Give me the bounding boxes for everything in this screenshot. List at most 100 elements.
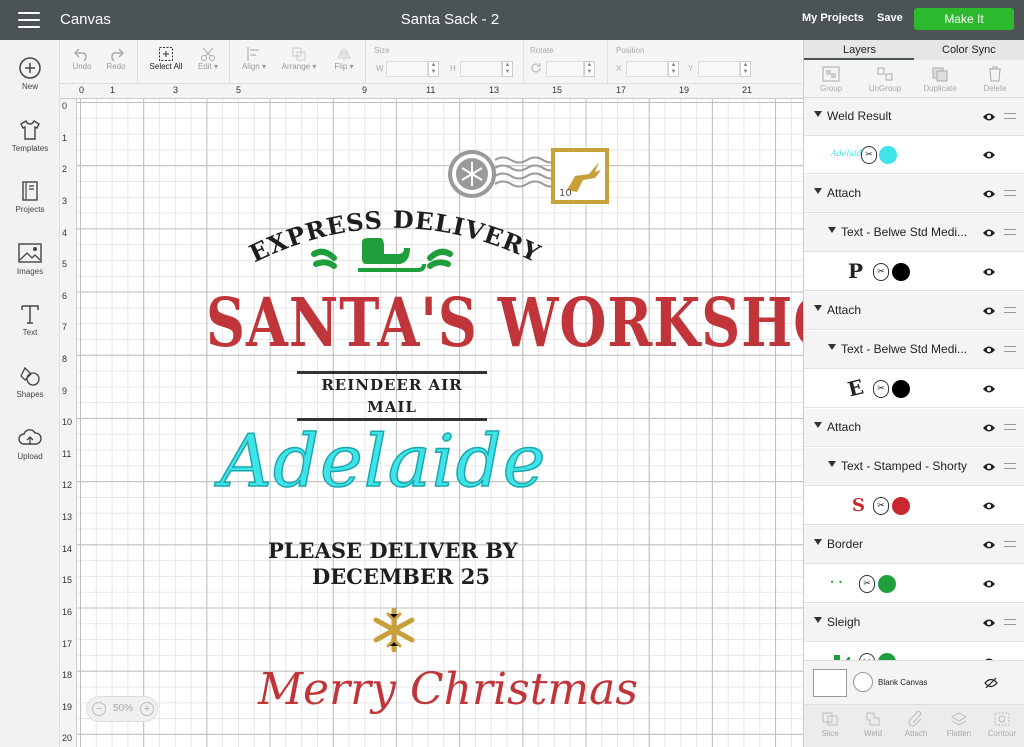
eye-icon[interactable] bbox=[982, 343, 996, 357]
please-deliver-by-text[interactable]: PLEASE DELIVER BY bbox=[268, 538, 518, 563]
align-dropdown[interactable]: Align ▾ bbox=[236, 46, 272, 71]
collapse-caret-icon[interactable] bbox=[828, 227, 836, 233]
layer-item-row[interactable]: ✂ bbox=[804, 643, 1024, 660]
eye-icon[interactable] bbox=[982, 187, 996, 201]
eye-icon[interactable] bbox=[982, 148, 996, 162]
edit-dropdown[interactable]: Edit ▾ bbox=[192, 46, 224, 71]
rotate-field[interactable] bbox=[546, 61, 584, 77]
ungroup-button[interactable]: UnGroup bbox=[860, 66, 910, 93]
eye-icon[interactable] bbox=[982, 577, 996, 591]
layer-group-row[interactable]: Attach bbox=[804, 175, 1024, 213]
tab-layers[interactable]: Layers bbox=[843, 44, 876, 56]
layer-group-row[interactable]: Attach bbox=[804, 292, 1024, 330]
layer-color-swatch[interactable] bbox=[878, 653, 896, 660]
eye-icon[interactable] bbox=[982, 499, 996, 513]
my-projects-link[interactable]: My Projects bbox=[802, 12, 864, 24]
drag-handle-icon[interactable] bbox=[1004, 190, 1016, 196]
zoom-out-button[interactable]: − bbox=[92, 702, 106, 716]
drag-handle-icon[interactable] bbox=[1004, 113, 1016, 119]
layer-group-row[interactable]: Attach bbox=[804, 409, 1024, 447]
layer-color-swatch[interactable] bbox=[878, 575, 896, 593]
sidebar-item-new[interactable]: New bbox=[0, 56, 60, 91]
sidebar-item-upload[interactable]: Upload bbox=[0, 426, 60, 461]
sidebar-item-templates[interactable]: Templates bbox=[0, 118, 60, 153]
slice-button[interactable]: Slice bbox=[810, 711, 850, 738]
eye-hidden-icon[interactable] bbox=[984, 676, 998, 690]
group-button[interactable]: Group bbox=[806, 66, 856, 93]
eye-icon[interactable] bbox=[982, 110, 996, 124]
width-stepper[interactable]: ▲ ▼ bbox=[428, 61, 439, 77]
adelaide-name-text[interactable]: Adelaide bbox=[219, 418, 546, 504]
design-canvas[interactable]: 0 1 3 5 9 11 13 15 17 19 21 0 1 2 3 4 5 … bbox=[60, 84, 803, 747]
cut-scissors-icon[interactable]: ✂ bbox=[859, 575, 875, 593]
sleigh-graphic[interactable] bbox=[308, 232, 476, 278]
zoom-in-button[interactable]: + bbox=[140, 702, 154, 716]
save-button[interactable]: Save bbox=[877, 12, 903, 24]
eye-icon[interactable] bbox=[982, 538, 996, 552]
drag-handle-icon[interactable] bbox=[1004, 346, 1016, 352]
collapse-caret-icon[interactable] bbox=[828, 344, 836, 350]
sidebar-item-text[interactable]: Text bbox=[0, 302, 60, 337]
attach-button[interactable]: Attach bbox=[896, 711, 936, 738]
height-stepper[interactable]: ▲ ▼ bbox=[502, 61, 513, 77]
collapse-caret-icon[interactable] bbox=[814, 422, 822, 428]
width-field[interactable] bbox=[386, 61, 428, 77]
layer-item-row[interactable]: S ✂ bbox=[804, 487, 1024, 525]
merry-christmas-text[interactable]: Merry Christmas bbox=[258, 664, 638, 715]
layer-group-row[interactable]: Sleigh bbox=[804, 604, 1024, 642]
eye-icon[interactable] bbox=[982, 304, 996, 318]
make-it-button[interactable]: Make It bbox=[914, 8, 1014, 30]
canvas-color-picker[interactable] bbox=[853, 672, 873, 692]
drag-handle-icon[interactable] bbox=[1004, 463, 1016, 469]
eye-icon[interactable] bbox=[982, 616, 996, 630]
duplicate-button[interactable]: Duplicate bbox=[915, 66, 965, 93]
x-field[interactable] bbox=[626, 61, 668, 77]
layer-item-row[interactable]: · · ✂ bbox=[804, 565, 1024, 603]
santas-workshop-text[interactable]: SANTA'S WORKSHOP bbox=[206, 282, 803, 362]
flip-dropdown[interactable]: Flip ▾ bbox=[328, 46, 360, 71]
drag-handle-icon[interactable] bbox=[1004, 619, 1016, 625]
layer-color-swatch[interactable] bbox=[892, 497, 910, 515]
layer-item-row[interactable]: P ✂ bbox=[804, 253, 1024, 291]
cut-scissors-icon[interactable]: ✂ bbox=[873, 380, 889, 398]
eye-icon[interactable] bbox=[982, 226, 996, 240]
collapse-caret-icon[interactable] bbox=[814, 305, 822, 311]
eye-icon[interactable] bbox=[982, 460, 996, 474]
layer-subgroup-row[interactable]: Text - Stamped - Shorty bbox=[804, 448, 1024, 486]
tab-color-sync[interactable]: Color Sync bbox=[942, 44, 996, 56]
layer-group-row[interactable]: Border bbox=[804, 526, 1024, 564]
rotate-stepper[interactable]: ▲ ▼ bbox=[584, 61, 595, 77]
sidebar-item-shapes[interactable]: Shapes bbox=[0, 364, 60, 399]
cut-scissors-icon[interactable]: ✂ bbox=[873, 263, 889, 281]
collapse-caret-icon[interactable] bbox=[814, 617, 822, 623]
x-stepper[interactable]: ▲ ▼ bbox=[668, 61, 679, 77]
cut-scissors-icon[interactable]: ✂ bbox=[873, 497, 889, 515]
layer-item-row[interactable]: Adelaide ✂ bbox=[804, 136, 1024, 174]
select-all-button[interactable]: Select All bbox=[146, 46, 186, 71]
collapse-caret-icon[interactable] bbox=[814, 188, 822, 194]
flatten-button[interactable]: Flatten bbox=[939, 711, 979, 738]
snowflake-graphic[interactable] bbox=[370, 606, 418, 654]
y-stepper[interactable]: ▲ ▼ bbox=[740, 61, 751, 77]
weld-button[interactable]: Weld bbox=[853, 711, 893, 738]
arrange-dropdown[interactable]: Arrange ▾ bbox=[276, 46, 322, 71]
drag-handle-icon[interactable] bbox=[1004, 229, 1016, 235]
contour-button[interactable]: Contour bbox=[982, 711, 1022, 738]
layer-item-row[interactable]: E ✂ bbox=[804, 370, 1024, 408]
sidebar-item-projects[interactable]: Projects bbox=[0, 179, 60, 214]
sidebar-item-images[interactable]: Images bbox=[0, 241, 60, 276]
layer-subgroup-row[interactable]: Text - Belwe Std Medi... bbox=[804, 331, 1024, 369]
eye-icon[interactable] bbox=[982, 421, 996, 435]
eye-icon[interactable] bbox=[982, 265, 996, 279]
drag-handle-icon[interactable] bbox=[1004, 541, 1016, 547]
collapse-caret-icon[interactable] bbox=[814, 111, 822, 117]
canvas-color-swatch[interactable] bbox=[813, 669, 847, 697]
layer-subgroup-row[interactable]: Text - Belwe Std Medi... bbox=[804, 214, 1024, 252]
collapse-caret-icon[interactable] bbox=[828, 461, 836, 467]
redo-button[interactable]: Redo bbox=[104, 46, 128, 71]
layer-color-swatch[interactable] bbox=[892, 263, 910, 281]
layer-color-swatch[interactable] bbox=[879, 146, 897, 164]
collapse-caret-icon[interactable] bbox=[814, 539, 822, 545]
height-field[interactable] bbox=[460, 61, 502, 77]
december-25-text[interactable]: DECEMBER 25 bbox=[312, 564, 490, 589]
